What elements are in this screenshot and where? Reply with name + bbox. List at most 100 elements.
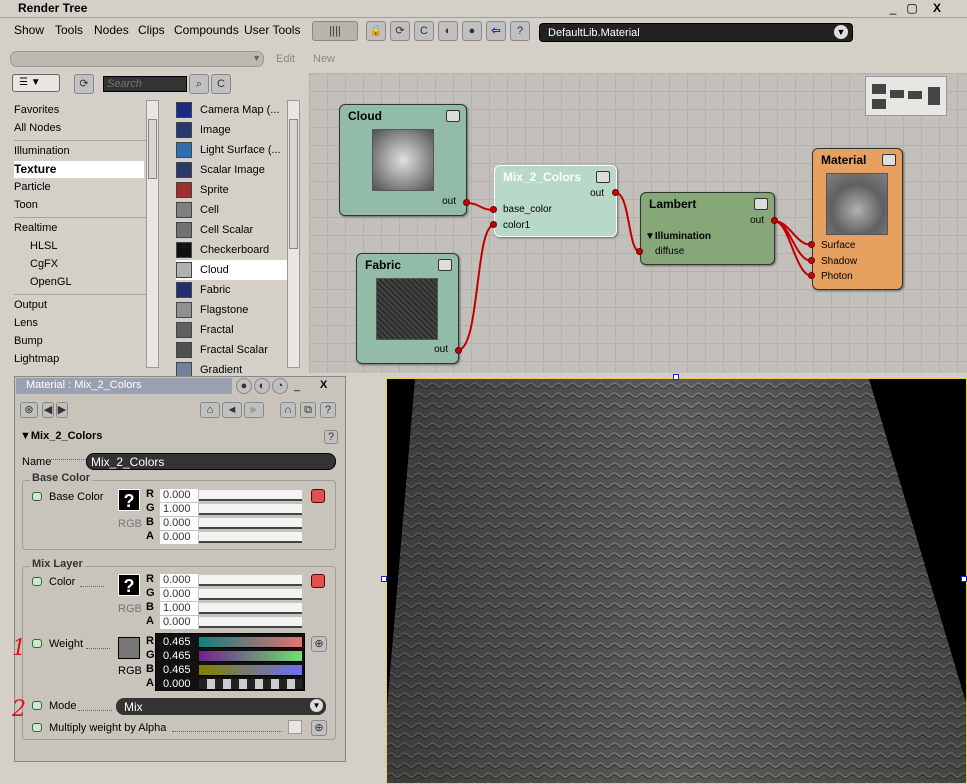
node-minimize-icon[interactable]	[446, 110, 460, 122]
color-rgb-mode[interactable]: RGB	[118, 603, 142, 615]
lambert-out-dot[interactable]	[771, 217, 778, 224]
color-label: Color	[49, 576, 76, 588]
weight-animation-checkbox[interactable]	[32, 639, 42, 648]
fabric-out-dot[interactable]	[455, 347, 462, 354]
channel-value-a[interactable]: 0.000	[160, 616, 198, 629]
channel-slider-r[interactable]	[199, 637, 302, 648]
channel-value-b[interactable]: 1.000	[160, 602, 198, 615]
channel-label-a: A	[146, 677, 154, 689]
channel-slider-a[interactable]	[199, 679, 302, 690]
annotation-2: 2	[12, 697, 26, 722]
prev-icon[interactable]: ◀	[42, 402, 54, 418]
material-shadow-dot[interactable]	[808, 257, 815, 264]
channel-slider-g[interactable]	[199, 504, 302, 515]
home-icon[interactable]: ⌂	[200, 402, 220, 418]
channel-slider-g[interactable]	[199, 651, 302, 662]
color-link-icon[interactable]	[311, 574, 325, 588]
channel-slider-b[interactable]	[199, 603, 302, 614]
channel-value-g[interactable]: 0.000	[160, 588, 198, 601]
color-animation-checkbox[interactable]	[32, 577, 42, 586]
channel-label-b: B	[146, 663, 154, 675]
channel-slider-r[interactable]	[199, 575, 302, 586]
material-surface-dot[interactable]	[808, 241, 815, 248]
preset-icon[interactable]: ◐	[254, 378, 270, 394]
channel-value-b[interactable]: 0.465	[160, 664, 198, 677]
next-icon[interactable]: ▶	[56, 402, 68, 418]
channel-label-g: G	[146, 587, 155, 599]
section-header[interactable]: ▼Mix_2_Colors	[20, 430, 102, 442]
viewport-resize-handle[interactable]	[381, 576, 387, 582]
base-color-link-icon[interactable]	[311, 489, 325, 503]
lambert-illumination-group[interactable]: ▼Illumination	[645, 231, 711, 242]
cloud-out-dot[interactable]	[463, 199, 470, 206]
copy-icon[interactable]: ⧉	[300, 402, 316, 418]
forward-icon[interactable]: ►	[244, 402, 264, 418]
material-shadow-port: Shadow	[821, 256, 858, 267]
channel-value-g[interactable]: 0.465	[160, 650, 198, 663]
channel-slider-b[interactable]	[199, 518, 302, 529]
help-icon[interactable]: ?	[320, 402, 336, 418]
viewport-resize-handle[interactable]	[961, 576, 967, 582]
material-node[interactable]: Material Surface Shadow Photon	[812, 148, 903, 290]
channel-value-g[interactable]: 1.000	[160, 503, 198, 516]
node-minimize-icon[interactable]	[882, 154, 896, 166]
lambert-node[interactable]: Lambert out ▼Illumination diffuse	[640, 192, 775, 265]
mix-layer-group-title: Mix Layer	[30, 558, 85, 570]
mix-out-dot[interactable]	[612, 189, 619, 196]
panel-minimize-icon[interactable]: _	[294, 380, 300, 392]
base-color-rgb-mode[interactable]: RGB	[118, 518, 142, 530]
channel-value-r[interactable]: 0.465	[160, 636, 198, 649]
node-minimize-icon[interactable]	[754, 198, 768, 210]
animation-checkbox[interactable]	[32, 492, 42, 501]
channel-value-r[interactable]: 0.000	[160, 489, 198, 502]
channel-slider-r[interactable]	[199, 490, 302, 501]
render-viewport[interactable]	[386, 378, 967, 784]
base-color-swatch[interactable]: ?	[118, 489, 140, 511]
weight-swatch[interactable]	[118, 637, 140, 659]
channel-label-a: A	[146, 530, 154, 542]
mode-dropdown[interactable]: Mix ▼	[116, 698, 326, 715]
material-node-title: Material	[821, 153, 867, 167]
mode-label: Mode	[49, 700, 77, 712]
inspect-icon[interactable]: ⊛	[20, 402, 38, 418]
channel-slider-a[interactable]	[199, 532, 302, 543]
name-label: Name	[22, 456, 52, 468]
multiply-animation-checkbox[interactable]	[32, 723, 42, 732]
mix-base-color-dot[interactable]	[490, 206, 497, 213]
color-swatch[interactable]: ?	[118, 574, 140, 596]
channel-value-r[interactable]: 0.000	[160, 574, 198, 587]
node-minimize-icon[interactable]	[438, 259, 452, 271]
channel-value-a[interactable]: 0.000	[160, 531, 198, 544]
name-field[interactable]	[86, 453, 336, 470]
channel-value-a[interactable]: 0.000	[160, 678, 198, 691]
multiply-link-icon[interactable]: ⊕	[311, 720, 327, 736]
property-tab[interactable]: Material : Mix_2_Colors	[16, 378, 232, 394]
fabric-out-port: out	[434, 344, 448, 355]
lambert-diffuse-port: diffuse	[655, 246, 685, 257]
mix-node[interactable]: Mix_2_Colors out base_color color1	[494, 165, 617, 237]
cloud-node[interactable]: Cloud out	[339, 104, 467, 216]
channel-slider-a[interactable]	[199, 617, 302, 628]
material-photon-dot[interactable]	[808, 272, 815, 279]
channel-label-g: G	[146, 649, 155, 661]
cloud-thumbnail	[372, 129, 434, 191]
magnet-icon[interactable]: ∩	[280, 402, 296, 418]
base-color-label: Base Color	[49, 491, 104, 503]
channel-slider-g[interactable]	[199, 589, 302, 600]
section-help-icon[interactable]: ?	[324, 430, 338, 444]
key-icon[interactable]: ◔	[272, 378, 288, 394]
lambert-diffuse-dot[interactable]	[636, 248, 643, 255]
panel-close-icon[interactable]: X	[320, 379, 327, 391]
node-minimize-icon[interactable]	[596, 171, 610, 183]
viewport-resize-handle[interactable]	[673, 374, 679, 380]
weight-rgb-mode[interactable]: RGB	[118, 665, 142, 677]
fabric-node[interactable]: Fabric out	[356, 253, 459, 364]
render-icon[interactable]: ●	[236, 378, 252, 394]
channel-value-b[interactable]: 0.000	[160, 517, 198, 530]
mix-color1-dot[interactable]	[490, 221, 497, 228]
back-icon[interactable]: ◄	[222, 402, 242, 418]
multiply-weight-checkbox[interactable]	[288, 720, 302, 734]
weight-link-icon[interactable]: ⊕	[311, 636, 327, 652]
mode-animation-checkbox[interactable]	[32, 701, 42, 710]
channel-slider-b[interactable]	[199, 665, 302, 676]
